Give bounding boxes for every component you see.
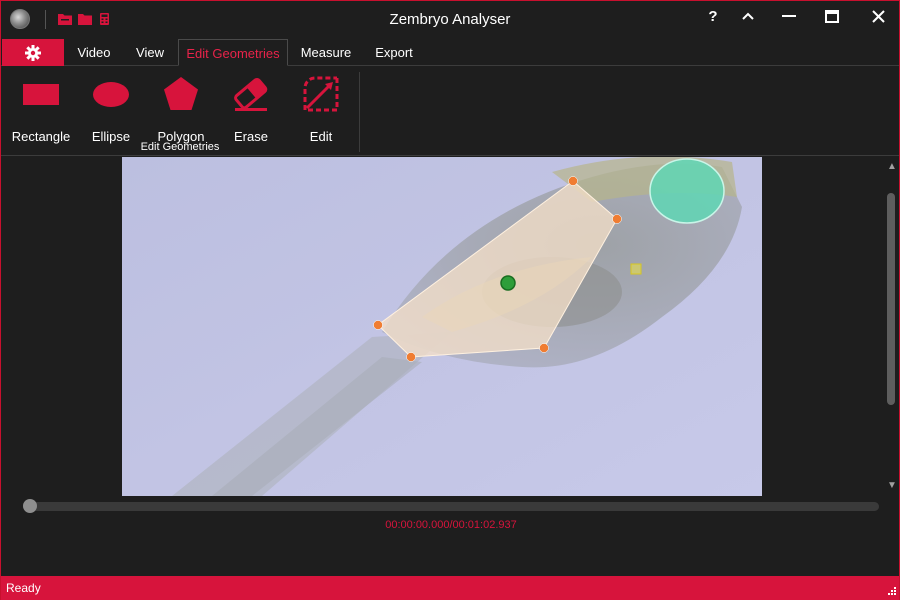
title-bar: Zembryo Analyser ? (1, 1, 899, 38)
titlebar-divider (45, 10, 46, 29)
resize-grip-icon[interactable] (886, 587, 896, 597)
minimize-button[interactable] (769, 1, 809, 31)
tab-export[interactable]: Export (363, 39, 425, 66)
calculator-icon[interactable] (100, 13, 109, 25)
timeline-track[interactable] (23, 502, 879, 511)
tab-view[interactable]: View (123, 39, 177, 66)
edit-shape-icon (303, 76, 339, 112)
gear-icon (25, 44, 41, 61)
ribbon-group-divider (359, 72, 360, 152)
maximize-icon (825, 9, 839, 23)
status-bar: Ready (1, 576, 899, 600)
app-window: Zembryo Analyser ? Video View Edit Geome… (0, 0, 900, 600)
tab-video[interactable]: Video (65, 39, 123, 66)
ellipse-button[interactable]: Ellipse (76, 76, 146, 146)
ribbon-group-label: Edit Geometries (140, 141, 220, 153)
erase-button[interactable]: Erase (216, 76, 286, 146)
timeline-knob[interactable] (23, 499, 37, 513)
rectangle-button[interactable]: Rectangle (6, 76, 76, 146)
time-readout: 00:00:00.000/00:01:02.937 (385, 519, 517, 531)
close-button[interactable] (858, 1, 898, 31)
polygon-icon (164, 77, 198, 110)
ribbon-tab-bar: Video View Edit Geometries Measure Expor… (1, 38, 899, 66)
help-icon: ? (708, 7, 718, 25)
polygon-button[interactable]: Polygon (146, 76, 216, 146)
status-text: Ready (6, 581, 41, 595)
tab-measure[interactable]: Measure (291, 39, 361, 66)
collapse-ribbon-button[interactable] (728, 1, 768, 31)
rectangle-icon (23, 84, 59, 105)
help-button[interactable]: ? (693, 1, 733, 31)
folder-icon[interactable] (78, 13, 92, 25)
scroll-up-icon[interactable]: ▲ (887, 161, 897, 172)
video-timeline-slider[interactable] (23, 499, 879, 513)
scroll-down-icon[interactable]: ▼ (887, 480, 897, 491)
ribbon-panel: Rectangle Ellipse Polygon Erase Edit Edi… (1, 66, 899, 156)
minimize-icon (782, 15, 796, 17)
edit-button[interactable]: Edit (286, 76, 356, 146)
maximize-button[interactable] (812, 1, 852, 31)
ellipse-icon (93, 82, 129, 107)
vertical-scrollbar[interactable]: ▲ ▼ (883, 157, 899, 496)
app-logo (10, 9, 30, 29)
collapse-ribbon-icon (742, 12, 754, 20)
scroll-thumb[interactable] (887, 193, 895, 405)
image-viewer[interactable] (122, 157, 762, 496)
embryo-image (122, 157, 762, 496)
eraser-icon (234, 77, 268, 111)
tab-edit-geometries[interactable]: Edit Geometries (178, 39, 288, 66)
close-icon (871, 9, 885, 23)
settings-tab[interactable] (2, 39, 64, 66)
open-folder-icon[interactable] (58, 13, 72, 25)
